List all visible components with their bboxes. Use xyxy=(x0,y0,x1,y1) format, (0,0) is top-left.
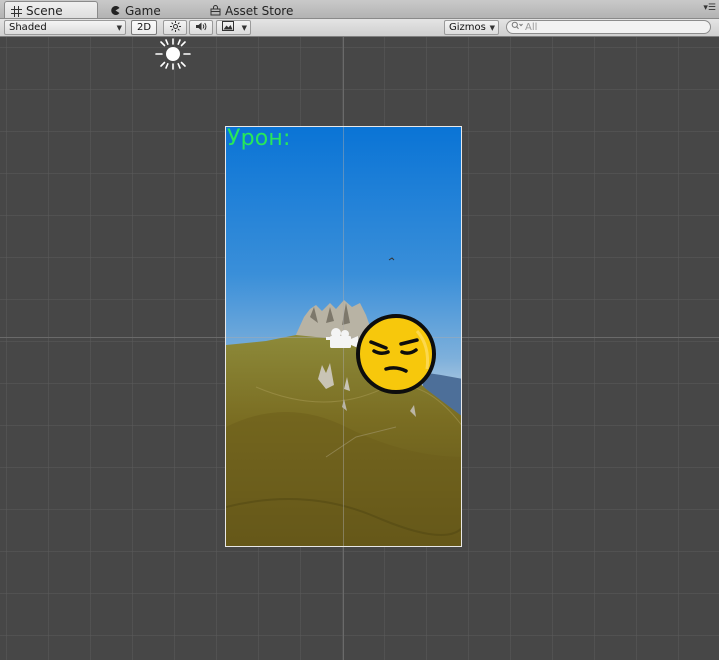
tab-scene[interactable]: Scene xyxy=(4,1,98,18)
tab-game-label: Game xyxy=(125,3,161,18)
grid-icon xyxy=(11,5,22,17)
gizmos-dropdown[interactable]: Gizmos ▼ xyxy=(444,20,499,35)
audio-toggle[interactable] xyxy=(189,20,213,35)
pacman-icon xyxy=(110,5,121,16)
tab-menu-icon[interactable]: ▾☰ xyxy=(703,3,716,13)
tab-asset-store-label: Asset Store xyxy=(225,3,294,18)
lighting-toggle[interactable] xyxy=(163,20,187,35)
effects-dropdown[interactable]: ▼ xyxy=(216,20,251,35)
mode-2d-toggle[interactable]: 2D xyxy=(131,20,157,35)
gizmos-label: Gizmos xyxy=(449,22,486,33)
sun-icon xyxy=(169,20,181,35)
image-icon xyxy=(222,21,234,34)
tab-bar: Scene Game Asset Store ▾☰ xyxy=(0,0,719,19)
angry-emoji-sprite[interactable] xyxy=(355,311,439,400)
scene-view[interactable]: Урон: xyxy=(0,37,719,660)
damage-text[interactable]: Урон: xyxy=(227,127,291,151)
chevron-down-icon: ▼ xyxy=(241,23,247,32)
mode-2d-label: 2D xyxy=(136,22,152,33)
hierarchy-search-field[interactable] xyxy=(506,20,711,34)
tab-scene-label: Scene xyxy=(26,4,63,18)
camera-gizmo-icon[interactable] xyxy=(325,325,359,354)
tab-game[interactable]: Game xyxy=(104,1,167,18)
bag-icon xyxy=(210,5,221,16)
speaker-icon xyxy=(195,21,208,35)
shading-mode-value: Shaded xyxy=(9,22,47,33)
shading-mode-dropdown[interactable]: Shaded ▼ xyxy=(4,20,126,35)
chevron-down-icon: ▼ xyxy=(116,23,122,32)
tab-asset-store[interactable]: Asset Store xyxy=(204,1,299,18)
directional-light-gizmo[interactable] xyxy=(154,37,192,74)
chevron-down-icon: ▼ xyxy=(489,23,495,32)
scene-toolbar: Shaded ▼ 2D ▼ Gizmos ▼ xyxy=(0,19,719,37)
search-icon xyxy=(511,21,523,33)
search-input[interactable] xyxy=(525,21,695,33)
